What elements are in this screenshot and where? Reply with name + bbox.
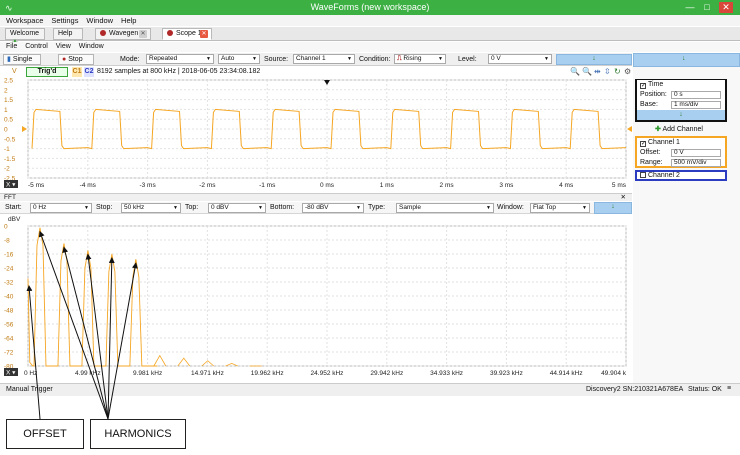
harmonic-arrow (85, 253, 109, 420)
harmonic-arrow (107, 262, 138, 420)
harmonic-arrow (62, 246, 109, 420)
harmonic-arrow (38, 230, 109, 420)
offset-arrow (26, 285, 41, 420)
annotation-arrows (26, 230, 138, 420)
harmonic-arrow (107, 257, 115, 420)
